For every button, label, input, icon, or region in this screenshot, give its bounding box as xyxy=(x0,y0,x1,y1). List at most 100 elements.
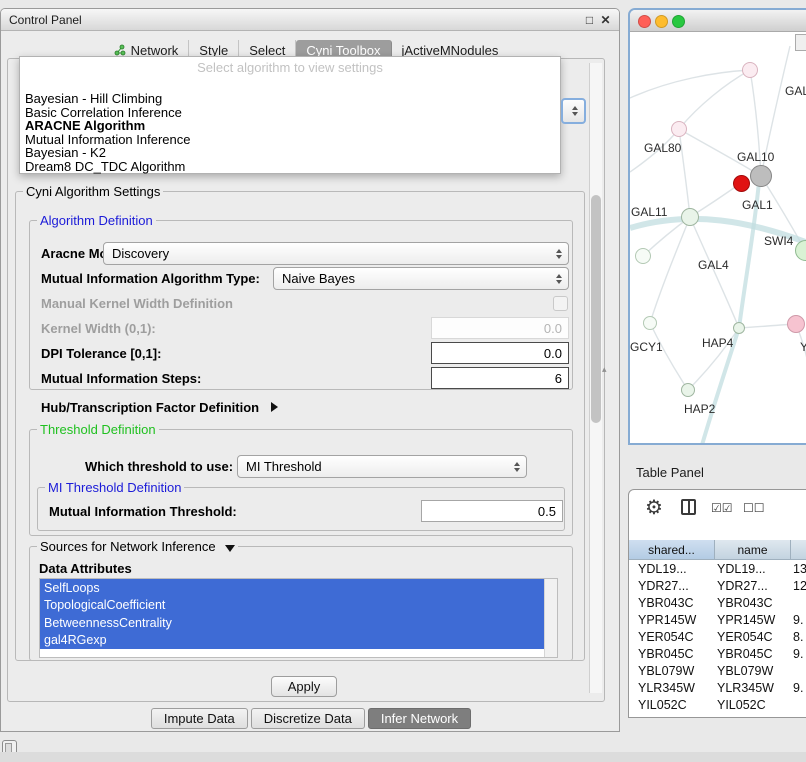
cell-extra xyxy=(791,594,806,611)
algorithm-option[interactable]: Basic Correlation Inference xyxy=(22,106,190,120)
dpi-tolerance-input[interactable]: 0.0 xyxy=(431,342,569,364)
network-node-selected[interactable] xyxy=(733,175,750,192)
table-row[interactable]: YBR043C YBR043C xyxy=(629,594,806,611)
algorithm-option[interactable]: Bayesian - Hill Climbing xyxy=(22,92,190,106)
column-header-name[interactable]: name xyxy=(715,540,791,560)
table-body: YDL19... YDL19... 13 YDR27... YDR27... 1… xyxy=(629,560,806,713)
deselect-all-icon[interactable]: ☐☐ xyxy=(743,501,765,515)
settings-scrollbar[interactable] xyxy=(589,63,602,693)
node-label: GAL8 xyxy=(785,84,806,98)
select-all-icon[interactable]: ☑☑ xyxy=(711,501,733,515)
column-header-shared[interactable]: shared... xyxy=(629,540,715,560)
cell-shared: YBL079W xyxy=(629,662,715,679)
tab-infer-network[interactable]: Infer Network xyxy=(368,708,471,729)
network-node[interactable] xyxy=(742,62,758,78)
table-row[interactable]: YLR345W YLR345W 9. xyxy=(629,679,806,696)
aracne-mode-select[interactable]: Discovery xyxy=(103,242,569,265)
hub-definition-toggle[interactable]: Hub/Transcription Factor Definition xyxy=(41,400,278,415)
network-node[interactable] xyxy=(643,316,657,330)
which-threshold-label: Which threshold to use: xyxy=(85,459,233,474)
algorithm-option[interactable]: Bayesian - K2 xyxy=(22,146,190,160)
network-node[interactable] xyxy=(681,208,699,226)
node-label: GAL1 xyxy=(742,198,773,212)
node-label: GAL80 xyxy=(644,141,681,155)
attribute-list-scrollbar[interactable] xyxy=(544,579,557,657)
cell-extra: 9. xyxy=(791,645,806,662)
mi-algorithm-type-select[interactable]: Naive Bayes xyxy=(273,267,569,290)
cell-shared: YPR145W xyxy=(629,611,715,628)
close-window-icon[interactable]: ✕ xyxy=(598,12,613,27)
node-label: GAL10 xyxy=(737,150,774,164)
network-node[interactable] xyxy=(733,322,745,334)
spinner-arrows-icon xyxy=(572,106,578,116)
threshold-definition-title: Threshold Definition xyxy=(37,422,159,437)
columns-icon[interactable] xyxy=(681,499,696,515)
manual-kernel-checkbox[interactable] xyxy=(553,296,568,311)
attribute-item[interactable]: BetweennessCentrality xyxy=(40,614,545,632)
algorithm-option-list: Bayesian - Hill Climbing Basic Correlati… xyxy=(22,92,190,174)
kernel-width-input[interactable]: 0.0 xyxy=(431,317,569,339)
table-row[interactable]: YPR145W YPR145W 9. xyxy=(629,611,806,628)
table-row[interactable]: YBL079W YBL079W xyxy=(629,662,806,679)
which-threshold-select[interactable]: MI Threshold xyxy=(237,455,527,478)
desktop: Control Panel □ ✕ Network Style Select xyxy=(0,0,806,762)
spinner-arrows-icon xyxy=(556,274,562,284)
node-label: HAP2 xyxy=(684,402,715,416)
table-panel-window: ⚙ ☑☑ ☐☐ shared... name YDL19... YDL19...… xyxy=(628,489,806,718)
zoom-traffic-light-icon[interactable] xyxy=(672,15,685,28)
cell-extra xyxy=(791,662,806,679)
network-tab-icon xyxy=(114,44,126,56)
restore-window-icon[interactable]: □ xyxy=(582,12,597,27)
table-panel-label: Table Panel xyxy=(636,465,704,480)
kernel-width-label: Kernel Width (0,1): xyxy=(41,321,156,336)
algorithm-placeholder: Select algorithm to view settings xyxy=(20,60,560,75)
sources-toggle[interactable]: Sources for Network Inference xyxy=(37,539,238,554)
spinner-arrows-icon xyxy=(556,249,562,259)
cell-extra: 9. xyxy=(791,679,806,696)
table-row[interactable]: YDL19... YDL19... 13 xyxy=(629,560,806,577)
settings-scrollbar-thumb[interactable] xyxy=(591,195,601,423)
cell-shared: YIL052C xyxy=(629,696,715,713)
manual-kernel-label: Manual Kernel Width Definition xyxy=(41,296,233,311)
algorithm-option[interactable]: Dream8 DC_TDC Algorithm xyxy=(22,160,190,174)
mi-steps-input[interactable]: 6 xyxy=(431,367,569,389)
cell-extra: 12 xyxy=(791,577,806,594)
network-node-hub[interactable] xyxy=(750,165,772,187)
attribute-list: SelfLoops TopologicalCoefficient Between… xyxy=(39,578,558,658)
attribute-item[interactable]: TopologicalCoefficient xyxy=(40,597,545,615)
dpi-tolerance-label: DPI Tolerance [0,1]: xyxy=(41,346,161,361)
algorithm-option-selected[interactable]: ARACNE Algorithm xyxy=(22,119,190,133)
attribute-item[interactable]: SelfLoops xyxy=(40,579,545,597)
mi-threshold-input[interactable]: 0.5 xyxy=(421,500,563,522)
table-row[interactable]: YIL052C YIL052C xyxy=(629,696,806,713)
splitter-arrow-icon[interactable]: ▴ xyxy=(602,364,607,375)
minimize-traffic-light-icon[interactable] xyxy=(655,15,668,28)
cell-extra: 8. xyxy=(791,628,806,645)
cell-shared: YER054C xyxy=(629,628,715,645)
network-node[interactable] xyxy=(635,248,651,264)
mi-steps-label: Mutual Information Steps: xyxy=(41,371,201,386)
algorithm-select-button[interactable] xyxy=(561,98,586,124)
column-header-extra[interactable] xyxy=(791,540,806,560)
table-row[interactable]: YBR045C YBR045C 9. xyxy=(629,645,806,662)
mi-threshold-label: Mutual Information Threshold: xyxy=(49,504,237,519)
node-label: GCY1 xyxy=(630,340,663,354)
network-node[interactable] xyxy=(681,383,695,397)
tab-impute-data[interactable]: Impute Data xyxy=(151,708,248,729)
cyni-algorithm-settings-title: Cyni Algorithm Settings xyxy=(23,184,163,199)
control-panel-titlebar[interactable]: Control Panel xyxy=(1,9,619,31)
cell-extra xyxy=(791,696,806,713)
close-traffic-light-icon[interactable] xyxy=(638,15,651,28)
cell-name: YER054C xyxy=(715,628,791,645)
tab-discretize-data[interactable]: Discretize Data xyxy=(251,708,365,729)
apply-button[interactable]: Apply xyxy=(271,676,337,697)
table-row[interactable]: YER054C YER054C 8. xyxy=(629,628,806,645)
network-node[interactable] xyxy=(787,315,805,333)
table-row[interactable]: YDR27... YDR27... 12 xyxy=(629,577,806,594)
hub-definition-label: Hub/Transcription Factor Definition xyxy=(41,400,259,415)
network-node[interactable] xyxy=(671,121,687,137)
algorithm-option[interactable]: Mutual Information Inference xyxy=(22,133,190,147)
attribute-item[interactable]: gal4RGexp xyxy=(40,632,545,650)
gear-icon[interactable]: ⚙ xyxy=(645,495,663,520)
cell-shared: YDR27... xyxy=(629,577,715,594)
